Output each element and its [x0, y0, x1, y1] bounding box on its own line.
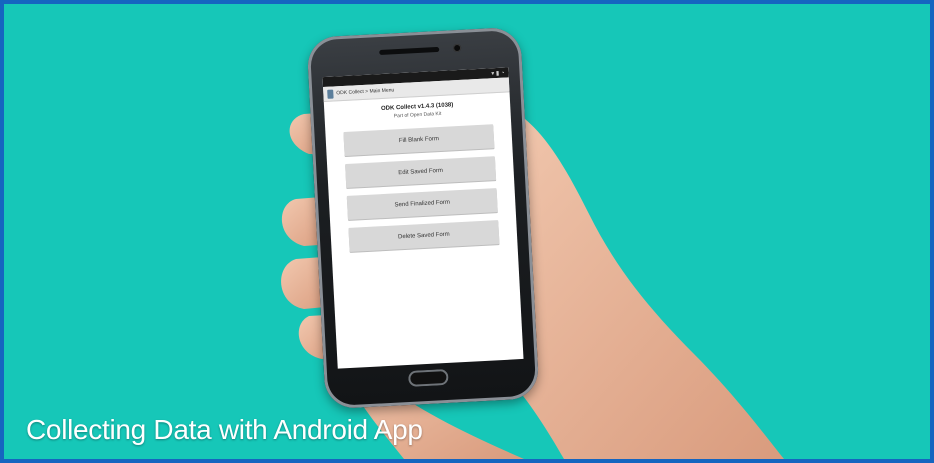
delete-saved-form-button[interactable]: Delete Saved Form [348, 220, 500, 252]
send-finalized-form-button[interactable]: Send Finalized Form [346, 188, 498, 220]
window-title: ODK Collect > Main Menu [336, 87, 395, 97]
phone-screen: ▾ ▮ ◔ ODK Collect > Main Menu ODK Collec… [322, 67, 524, 369]
front-camera-icon [452, 43, 462, 53]
edit-saved-form-button[interactable]: Edit Saved Form [345, 156, 497, 188]
fill-blank-form-button[interactable]: Fill Blank Form [343, 124, 495, 157]
hero-image: ▾ ▮ ◔ ODK Collect > Main Menu ODK Collec… [4, 4, 930, 459]
speaker-grille [379, 46, 440, 56]
home-button [407, 368, 449, 387]
smartphone: ▾ ▮ ◔ ODK Collect > Main Menu ODK Collec… [306, 26, 540, 410]
app-icon [327, 89, 334, 99]
caption-title: Collecting Data with Android App [26, 414, 423, 445]
